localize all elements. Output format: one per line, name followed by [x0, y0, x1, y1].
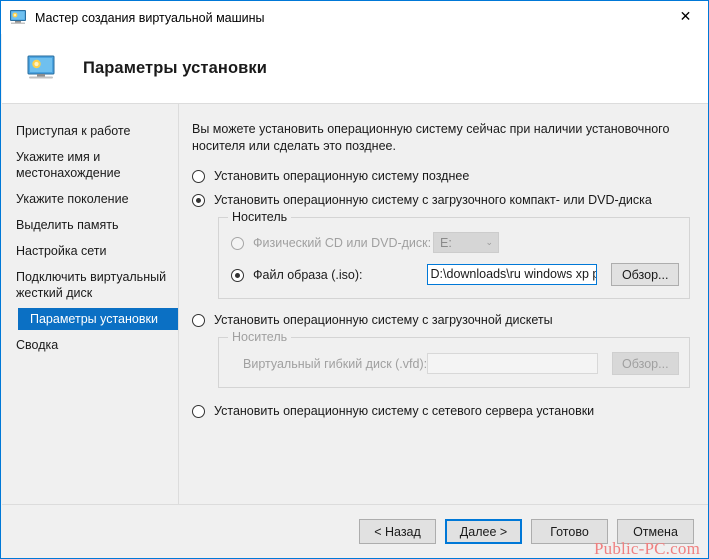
sidebar-item-installation-options[interactable]: Параметры установки	[18, 308, 178, 330]
radio-install-from-cd-row[interactable]: Установить операционную систему с загруз…	[192, 193, 694, 208]
monitor-icon	[27, 55, 57, 82]
wizard-footer: < Назад Далее > Готово Отмена Public-PC.…	[2, 504, 708, 558]
wizard-body: Приступая к работе Укажите имя и местона…	[2, 104, 708, 504]
main-panel: Вы можете установить операционную систем…	[180, 104, 708, 504]
radio-image-file[interactable]	[231, 268, 244, 282]
radio-install-later-label: Установить операционную систему позднее	[214, 169, 470, 183]
radio-install-from-network-row[interactable]: Установить операционную систему с сетево…	[192, 404, 694, 419]
radio-physical-cd[interactable]	[231, 236, 244, 250]
intro-text: Вы можете установить операционную систем…	[192, 122, 670, 153]
radio-install-from-cd-label: Установить операционную систему с загруз…	[214, 193, 652, 207]
vm-wizard-window: Мастер создания виртуальной машины ✕ Пар…	[0, 0, 709, 559]
sidebar-item-name-location[interactable]: Укажите имя и местонахождение	[2, 146, 178, 184]
watermark: Public-PC.com	[593, 539, 700, 558]
wizard-steps-sidebar: Приступая к работе Укажите имя и местона…	[2, 104, 179, 504]
chevron-down-icon: ⌄	[485, 237, 493, 248]
page-title: Параметры установки	[83, 59, 267, 77]
next-button[interactable]: Далее >	[445, 519, 522, 544]
physical-cd-label: Физический CD или DVD-диск:	[253, 235, 432, 250]
image-file-row[interactable]: Файл образа (.iso): D:\downloads\ru wind…	[231, 263, 679, 286]
radio-install-from-floppy-label: Установить операционную систему с загруз…	[214, 313, 553, 327]
physical-drive-value: E:	[440, 235, 452, 250]
vfd-label: Виртуальный гибкий диск (.vfd):	[243, 356, 428, 371]
radio-install-from-floppy[interactable]	[192, 314, 205, 327]
vfd-path-input[interactable]	[427, 353, 598, 374]
sidebar-item-getting-started[interactable]: Приступая к работе	[2, 120, 178, 142]
close-icon[interactable]: ✕	[663, 1, 708, 33]
radio-install-later-row[interactable]: Установить операционную систему позднее	[192, 169, 694, 184]
sidebar-item-networking[interactable]: Настройка сети	[2, 240, 178, 262]
radio-install-from-network[interactable]	[192, 405, 205, 418]
floppy-media-groupbox: Носитель Виртуальный гибкий диск (.vfd):…	[218, 330, 690, 388]
cd-media-group-title: Носитель	[228, 210, 292, 224]
radio-install-later[interactable]	[192, 170, 205, 183]
title-bar: Мастер создания виртуальной машины ✕	[1, 1, 708, 34]
sidebar-item-summary[interactable]: Сводка	[2, 334, 178, 356]
cd-media-groupbox: Носитель Физический CD или DVD-диск: E: …	[218, 210, 690, 299]
page-header: Параметры установки	[2, 34, 708, 104]
physical-drive-row[interactable]: Физический CD или DVD-диск: E: ⌄	[231, 232, 679, 253]
radio-install-from-network-label: Установить операционную систему с сетево…	[214, 404, 595, 418]
radio-install-from-floppy-row[interactable]: Установить операционную систему с загруз…	[192, 313, 694, 328]
radio-install-from-cd[interactable]	[192, 194, 205, 207]
sidebar-item-memory[interactable]: Выделить память	[2, 214, 178, 236]
browse-iso-button[interactable]: Обзор...	[611, 263, 679, 286]
physical-drive-select[interactable]: E: ⌄	[433, 232, 499, 253]
floppy-media-group-title: Носитель	[228, 330, 292, 344]
monitor-icon	[10, 10, 27, 25]
vfd-row: Виртуальный гибкий диск (.vfd): Обзор...	[231, 352, 679, 375]
browse-vfd-button[interactable]: Обзор...	[611, 352, 679, 375]
sidebar-item-virtual-hard-disk[interactable]: Подключить виртуальный жесткий диск	[2, 266, 178, 304]
image-file-label: Файл образа (.iso):	[253, 267, 363, 282]
back-button[interactable]: < Назад	[359, 519, 436, 544]
sidebar-item-generation[interactable]: Укажите поколение	[2, 188, 178, 210]
window-title: Мастер создания виртуальной машины	[35, 10, 265, 25]
iso-path-input[interactable]: D:\downloads\ru windows xp professional	[426, 264, 598, 285]
